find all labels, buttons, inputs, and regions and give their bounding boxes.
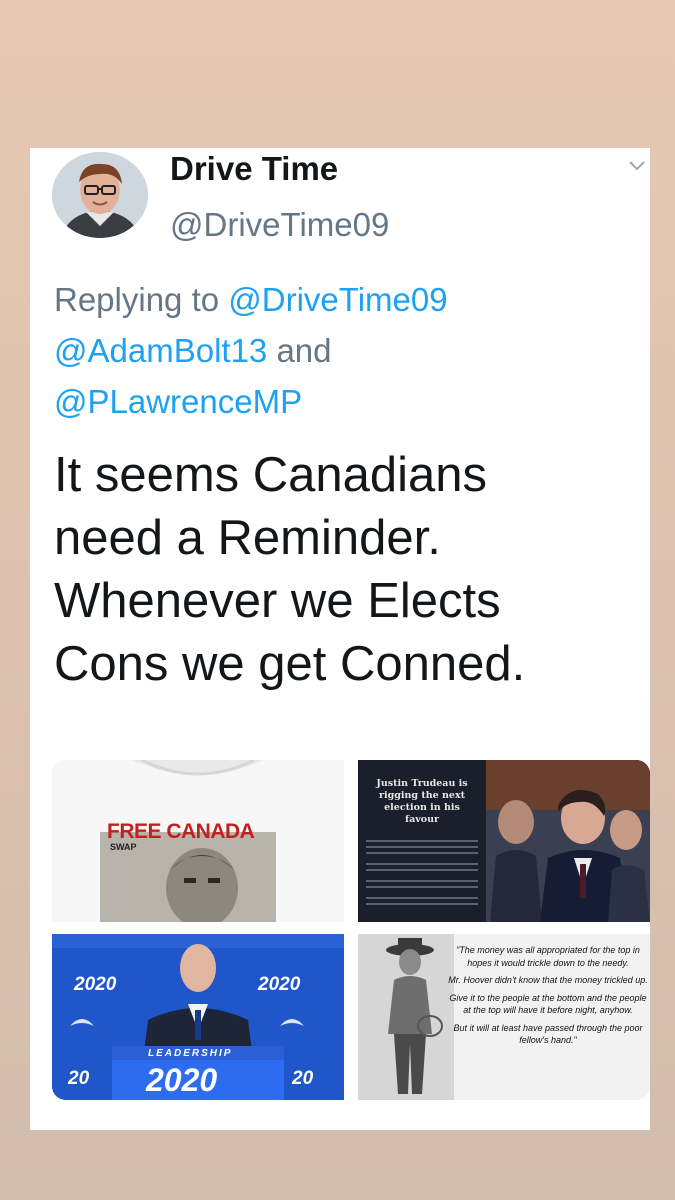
tshirt-headline: FREE CANADA [107, 820, 255, 843]
quote-paragraph: But it will at least have passed through… [453, 1022, 643, 1046]
article-title-line: rigging the next [378, 790, 465, 801]
reply-prefix: Replying to [54, 281, 220, 318]
corner-year-left: 20 [68, 1068, 90, 1089]
article-body-line [366, 903, 478, 905]
tweet-text-line: Cons we get Conned. [54, 637, 526, 691]
article-body-line [366, 863, 478, 865]
reply-joiner: and [276, 332, 332, 369]
article-body-line [366, 846, 478, 848]
display-name[interactable]: Drive Time [170, 150, 338, 188]
avatar[interactable] [52, 152, 148, 238]
media-image-quote[interactable]: "The money was all appropriated for the … [358, 934, 650, 1100]
reply-context: Replying to @DriveTime09 @AdamBolt13 and… [54, 274, 634, 427]
quote-paragraph: "The money was all appropriated for the … [456, 945, 640, 968]
avatar-photo-icon [52, 152, 148, 238]
reply-handle-link[interactable]: @PLawrenceMP [54, 383, 302, 420]
article-body-line [366, 880, 478, 882]
leadership-year-right: 2020 [258, 974, 301, 995]
quote-paragraph: Mr. Hoover didn't know that the money tr… [448, 975, 648, 985]
reply-handle-link[interactable]: @DriveTime09 [228, 281, 447, 318]
article-body-line [366, 897, 478, 899]
media-grid: FREE CANADA SWAP Justin Trudeau is riggi… [52, 760, 650, 1100]
tweet-text-line: need a Reminder. [54, 511, 441, 565]
media-image-leadership[interactable]: 2020 2020 LEADERSHIP 2020 20 20 [52, 934, 344, 1100]
corner-year-right: 20 [292, 1068, 314, 1089]
article-title-line: favour [404, 814, 439, 825]
article-body-line [366, 852, 478, 854]
article-body-line [366, 886, 478, 888]
tweet-text-line: Whenever we Elects [54, 574, 501, 628]
tweet-text: It seems Canadians need a Reminder. When… [54, 444, 644, 696]
article-title-line: election in his [384, 802, 460, 813]
tweet-card: Drive Time @DriveTime09 Replying to @Dri… [30, 148, 650, 1130]
article-title: Justin Trudeau is rigging the next elect… [368, 778, 476, 826]
tweet-text-line: It seems Canadians [54, 448, 488, 502]
leadership-year-left: 2020 [74, 974, 117, 995]
article-body-line [366, 869, 478, 871]
podium-label: LEADERSHIP [148, 1048, 233, 1059]
quote-text: "The money was all appropriated for the … [448, 944, 648, 1052]
media-image-tshirt[interactable]: FREE CANADA SWAP [52, 760, 344, 922]
podium-year: 2020 [146, 1062, 218, 1098]
tshirt-subline: SWAP [110, 842, 137, 852]
quote-paragraph: Give it to the people at the bottom and … [449, 992, 647, 1016]
chevron-down-icon[interactable] [626, 154, 648, 176]
article-title-line: Justin Trudeau is [376, 778, 468, 789]
reply-handle-link[interactable]: @AdamBolt13 [54, 332, 267, 369]
media-image-article[interactable]: Justin Trudeau is rigging the next elect… [358, 760, 650, 922]
article-body-line [366, 840, 478, 842]
user-handle[interactable]: @DriveTime09 [170, 206, 389, 244]
